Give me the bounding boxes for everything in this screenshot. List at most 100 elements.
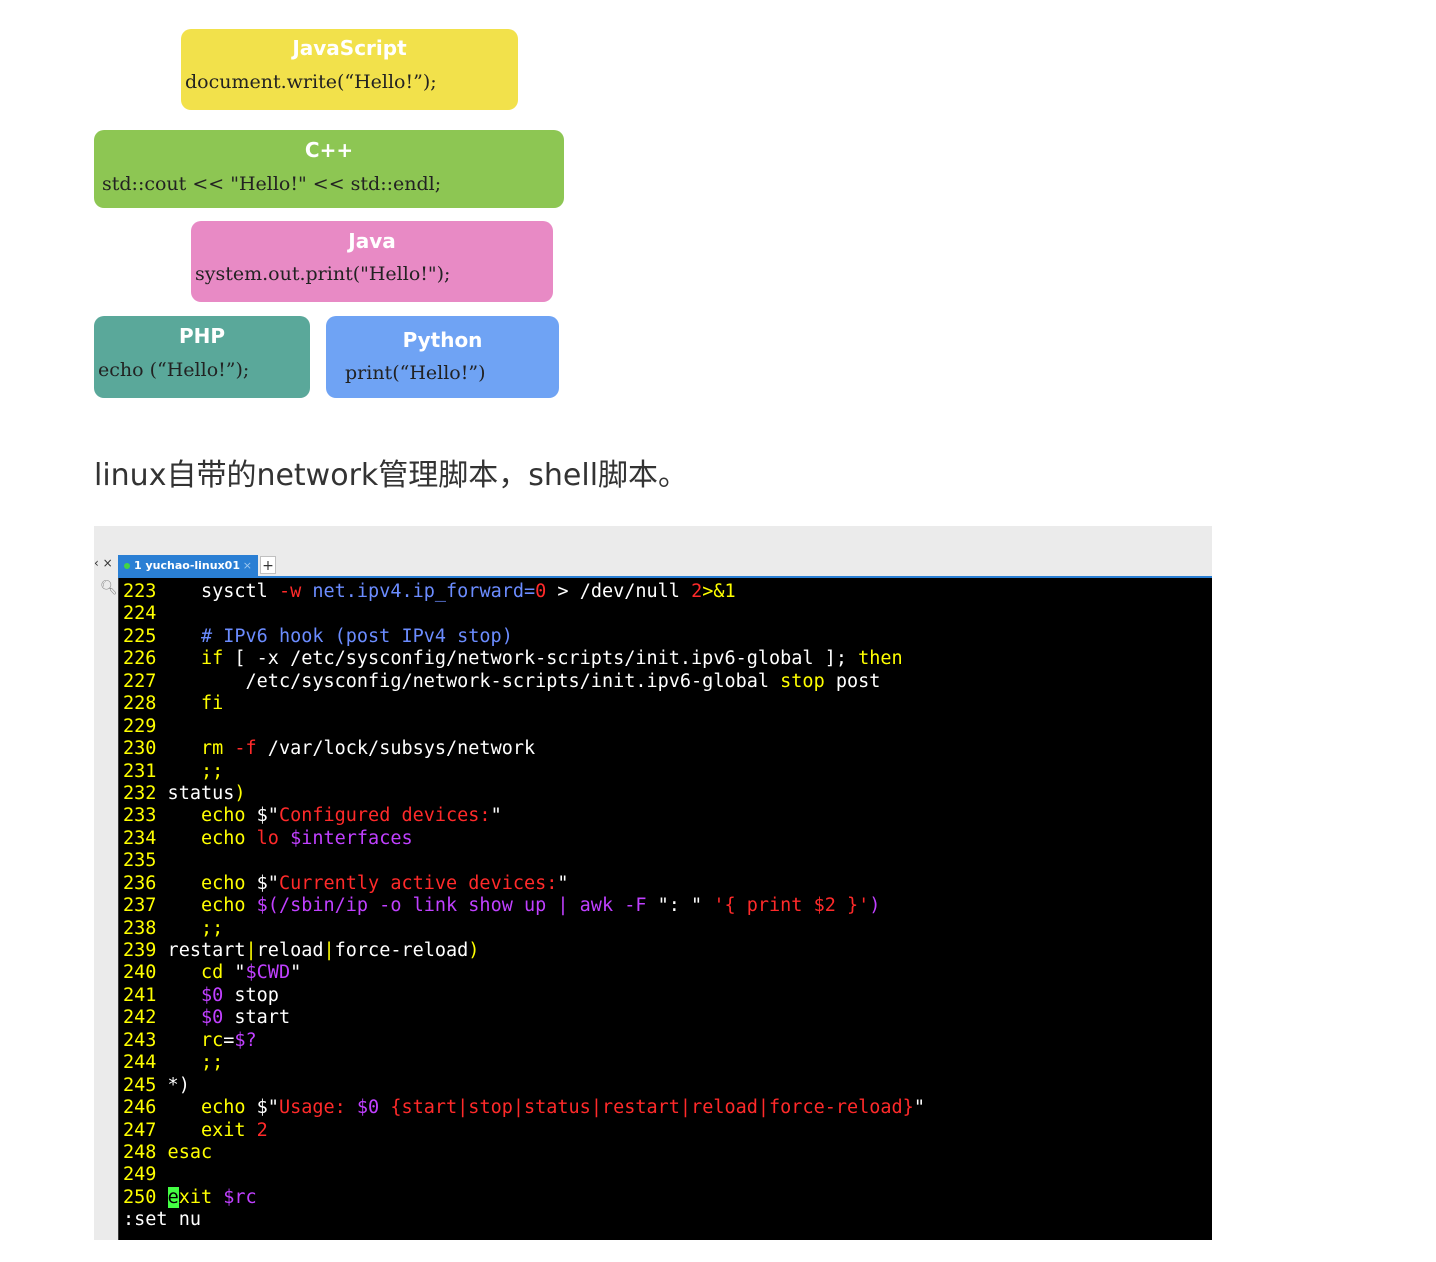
line-number: 244 <box>123 1052 157 1074</box>
card-code: std::cout << "Hello!" << std::endl; <box>102 173 442 195</box>
code-token: | <box>245 940 257 961</box>
terminal-line: 226 if [ -x /etc/sysconfig/network-scrip… <box>123 648 925 670</box>
code-token: rm <box>156 738 224 760</box>
add-tab-button[interactable]: + <box>260 556 276 574</box>
code-token: " <box>913 1097 925 1119</box>
line-number: 237 <box>123 895 157 917</box>
code-token: | <box>323 940 335 961</box>
code-token: [ -x /etc/sysconfig/network-scripts/init… <box>223 648 859 670</box>
card-code: echo (“Hello!”); <box>98 359 250 381</box>
line-number: 225 <box>123 625 157 647</box>
card-code: document.write(“Hello!”); <box>185 71 437 93</box>
code-token: fi <box>156 693 224 715</box>
card-php: PHP echo (“Hello!”); <box>94 316 310 398</box>
line-number: 235 <box>123 850 157 872</box>
line-number: 223 <box>123 581 157 602</box>
code-token: Usage: <box>278 1097 357 1119</box>
line-number: 238 <box>123 917 157 939</box>
terminal-line: 248 esac <box>123 1142 925 1164</box>
terminal-line: 227 /etc/sysconfig/network-scripts/init.… <box>123 671 925 693</box>
code-token: rc <box>156 1029 224 1051</box>
code-token: ) <box>234 782 246 804</box>
code-token: " <box>223 962 246 984</box>
code-token: $0 <box>156 1007 224 1029</box>
code-token: '{ print $2 }' <box>713 895 870 917</box>
terminal-line: 230 rm -f /var/lock/subsys/network <box>123 738 925 760</box>
line-number: 233 <box>123 805 157 827</box>
code-token: if <box>156 648 224 670</box>
code-token: cd <box>156 962 224 984</box>
card-java: Java system.out.print("Hello!"); <box>191 221 553 302</box>
code-token: $rc <box>212 1186 257 1208</box>
terminal-tab[interactable]: 1 yuchao-linux01 × <box>118 555 258 577</box>
code-token: # IPv6 hook (post IPv4 stop) <box>156 625 513 647</box>
terminal-lines: 223 sysctl -w net.ipv4.ip_forward=0 > /d… <box>123 581 925 1232</box>
terminal-line: 250 exit $rc <box>123 1186 925 1209</box>
line-number: 241 <box>123 984 157 1006</box>
terminal-line: 237 echo $(/sbin/ip -o link show up | aw… <box>123 895 925 917</box>
line-number: 250 <box>123 1186 157 1208</box>
code-token: ) <box>869 895 881 917</box>
line-number: 249 <box>123 1164 157 1186</box>
line-number: 229 <box>123 715 157 737</box>
terminal-line: 228 fi <box>123 693 925 715</box>
code-token: -f <box>223 738 257 760</box>
code-token: " <box>290 962 302 984</box>
code-token: ;; <box>156 917 224 939</box>
status-dot-icon <box>124 563 130 569</box>
code-token: $0 <box>156 984 224 1006</box>
terminal-line: 233 echo $"Configured devices:" <box>123 805 925 827</box>
line-number: 245 <box>123 1074 157 1096</box>
code-token: restart <box>156 940 246 961</box>
card-python: Python print(“Hello!”) <box>326 316 559 398</box>
line-number: 227 <box>123 670 157 692</box>
terminal-line: 247 exit 2 <box>123 1120 925 1142</box>
code-token: $CWD <box>245 962 291 984</box>
card-title: C++ <box>304 138 354 162</box>
code-token: net.ipv4.ip_forward= <box>301 581 536 602</box>
line-number: 231 <box>123 760 157 782</box>
code-token: $interfaces <box>278 827 413 849</box>
line-number: 243 <box>123 1029 157 1051</box>
code-token: echo <box>156 805 246 827</box>
line-number: 239 <box>123 940 157 961</box>
command-line: :set nu <box>123 1209 201 1231</box>
code-token: then <box>858 648 903 670</box>
code-token: $" <box>245 1097 279 1119</box>
code-token: -w <box>278 581 302 602</box>
line-number: 248 <box>123 1141 157 1163</box>
terminal-line: 239 restart|reload|force-reload) <box>123 940 925 962</box>
close-icon[interactable]: × <box>243 555 252 577</box>
terminal-line: 229 <box>123 716 925 738</box>
terminal-line: 240 cd "$CWD" <box>123 962 925 984</box>
line-number: 240 <box>123 962 157 984</box>
terminal-line: 249 <box>123 1164 925 1186</box>
line-number: 246 <box>123 1097 157 1119</box>
card-cpp: C++ std::cout << "Hello!" << std::endl; <box>94 130 564 208</box>
terminal-view[interactable]: 223 sysctl -w net.ipv4.ip_forward=0 > /d… <box>118 578 1212 1240</box>
code-token: stop <box>780 670 825 692</box>
card-title: Python <box>402 328 483 352</box>
search-icon[interactable]: 🔍︎ <box>100 580 118 596</box>
terminal-line: 231 ;; <box>123 761 925 783</box>
card-title: Java <box>348 229 396 253</box>
terminal-line: 235 <box>123 850 925 872</box>
code-token: post <box>824 670 881 692</box>
code-token: = <box>223 1029 235 1051</box>
tab-scroll-close-control[interactable]: ‹ × <box>94 556 113 570</box>
code-token: reload <box>256 940 324 961</box>
terminal-line: 223 sysctl -w net.ipv4.ip_forward=0 > /d… <box>123 581 925 603</box>
line-number: 234 <box>123 827 157 849</box>
terminal-tab-label: 1 yuchao-linux01 <box>134 559 240 572</box>
terminal-line: 225 # IPv6 hook (post IPv4 stop) <box>123 626 925 648</box>
terminal-line: 238 ;; <box>123 918 925 940</box>
terminal-line: 241 $0 stop <box>123 985 925 1007</box>
card-code: system.out.print("Hello!"); <box>195 263 451 285</box>
line-number: 226 <box>123 648 157 670</box>
code-token: force-reload <box>334 940 469 961</box>
code-token: ": " <box>657 895 714 917</box>
line-number: 224 <box>123 603 157 625</box>
code-token: 2 <box>691 581 703 602</box>
code-token: 0 <box>535 581 547 602</box>
code-token: *) <box>156 1074 190 1096</box>
